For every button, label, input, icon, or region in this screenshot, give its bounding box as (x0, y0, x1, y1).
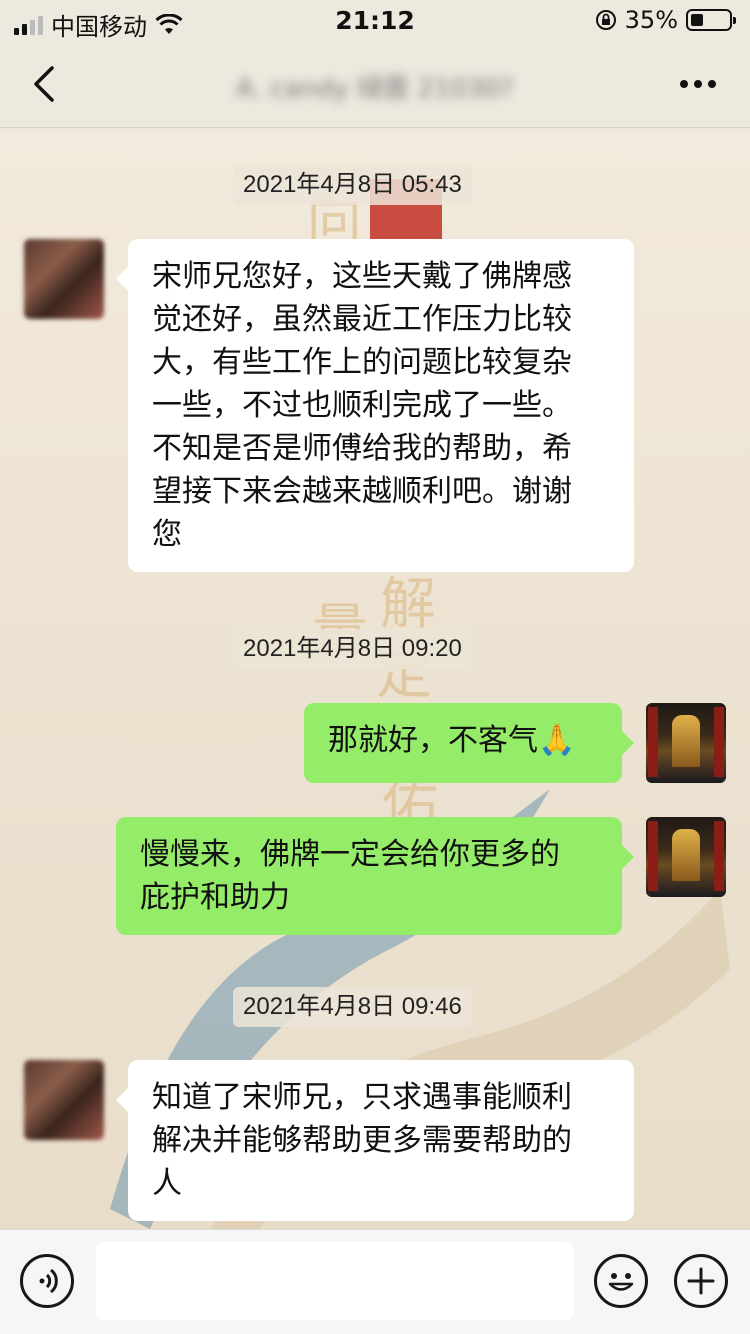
message-text: 宋师兄您好，这些天戴了佛牌感 觉还好，虽然最近工作压力比较 大，有些工作上的问题… (152, 259, 572, 552)
outgoing-message-bubble[interactable]: 慢慢来，佛牌一定会给你更多的 庇护和助力 (116, 817, 634, 935)
incoming-message-bubble[interactable]: 宋师兄您好，这些天戴了佛牌感 觉还好，虽然最近工作压力比较 大，有些工作上的问题… (116, 239, 634, 572)
plus-icon[interactable] (674, 1254, 728, 1308)
message-text: 慢慢来，佛牌一定会给你更多的 庇护和助力 (140, 837, 560, 915)
voice-icon[interactable] (20, 1254, 74, 1308)
chat-area[interactable]: 向 解 量 定 如 佑 2021年4月8日 05:43 宋师兄您好，这些天戴了佛… (0, 129, 750, 1229)
battery-percent: 35% (624, 6, 678, 34)
emoji-icon[interactable] (594, 1254, 648, 1308)
input-bar (0, 1229, 750, 1334)
status-right: 35% (595, 6, 736, 34)
chat-header: A. candy 绿茵 21030? (0, 40, 750, 128)
incoming-message-bubble[interactable]: 知道了宋师兄，只求遇事能顺利 解决并能够帮助更多需要帮助的 人 (116, 1060, 634, 1221)
status-bar: 中国移动 21:12 35% (0, 0, 750, 41)
chevron-left-icon[interactable] (26, 62, 66, 106)
orientation-lock-icon (595, 10, 616, 30)
battery-icon (686, 9, 736, 31)
outgoing-message-bubble[interactable]: 那就好，不客气🙏 (304, 703, 634, 783)
message-text: 那就好，不客气🙏 (328, 723, 576, 758)
self-avatar[interactable] (646, 817, 726, 897)
chat-title: A. candy 绿茵 21030? (236, 74, 514, 104)
contact-avatar[interactable] (24, 1060, 104, 1140)
message-timestamp: 2021年4月8日 09:46 (233, 987, 472, 1027)
message-timestamp: 2021年4月8日 05:43 (233, 165, 472, 205)
self-avatar[interactable] (646, 703, 726, 783)
ellipsis-icon[interactable] (680, 80, 716, 88)
contact-avatar[interactable] (24, 239, 104, 319)
message-text: 知道了宋师兄，只求遇事能顺利 解决并能够帮助更多需要帮助的 人 (152, 1080, 572, 1201)
message-input[interactable] (96, 1242, 574, 1320)
message-timestamp: 2021年4月8日 09:20 (233, 629, 472, 669)
